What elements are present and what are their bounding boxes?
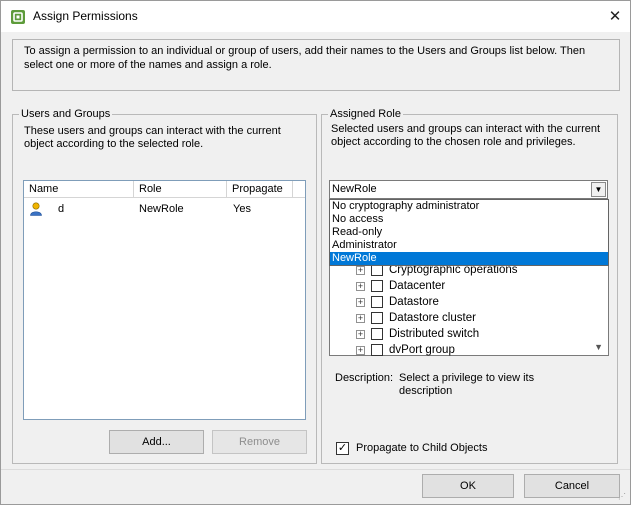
expand-icon[interactable]: + [356,346,365,355]
remove-button[interactable]: Remove [212,430,307,454]
tree-item-dvport-group[interactable]: + dvPort group [356,343,596,359]
users-groups-title: Users and Groups [19,108,113,120]
privilege-checkbox[interactable] [371,312,383,324]
privilege-checkbox[interactable] [371,280,383,292]
users-groups-description: These users and groups can interact with… [24,125,281,150]
role-dropdown-list[interactable]: No cryptography administrator No access … [329,199,609,266]
ok-button[interactable]: OK [422,474,514,498]
tree-item-datastore[interactable]: + Datastore [356,295,596,311]
column-header-propagate[interactable]: Propagate [227,181,293,198]
row-name: d [58,203,65,215]
column-header-name[interactable]: Name [24,181,134,198]
tree-item-label: Distributed switch [389,328,480,340]
tree-item-label: Datastore cluster [389,312,476,324]
propagate-checkbox[interactable]: ✓ [336,442,349,455]
close-icon[interactable]: ✕ [600,1,630,32]
description-label: Description: [335,372,394,384]
title-bar: Assign Permissions ✕ [1,1,630,32]
column-header-filler [293,181,305,198]
assigned-role-description: Selected users and groups can interact w… [331,123,601,148]
tree-item-distributed-switch[interactable]: + Distributed switch [356,327,596,343]
privilege-checkbox[interactable] [371,344,383,356]
role-option[interactable]: No access [330,213,608,226]
role-option[interactable]: Administrator [330,239,608,252]
privilege-checkbox[interactable] [371,328,383,340]
role-select[interactable]: NewRole ▼ [329,180,608,199]
row-role: NewRole [139,203,184,215]
expand-icon[interactable]: + [356,330,365,339]
table-row[interactable]: d NewRole Yes [24,200,305,218]
cancel-button[interactable]: Cancel [524,474,620,498]
assigned-role-title: Assigned Role [328,108,403,120]
tree-item-label: Datacenter [389,280,446,292]
role-option[interactable]: No cryptography administrator [330,200,608,213]
tree-item-label: dvPort group [389,344,455,356]
expand-icon[interactable]: + [356,282,365,291]
propagate-label[interactable]: Propagate to Child Objects [356,442,487,454]
role-option-selected[interactable]: NewRole [330,252,608,265]
column-header-role[interactable]: Role [134,181,227,198]
assign-permissions-dialog: Assign Permissions ✕ To assign a permiss… [0,0,631,505]
role-select-value: NewRole [332,183,377,195]
user-icon [30,202,42,216]
scroll-down-icon[interactable]: ▼ [594,342,603,352]
chevron-down-icon[interactable]: ▼ [591,182,606,197]
role-option[interactable]: Read-only [330,226,608,239]
tree-item-datacenter[interactable]: + Datacenter [356,279,596,295]
intro-instructions: To assign a permission to an individual … [12,39,620,91]
add-button[interactable]: Add... [109,430,204,454]
description-value: Select a privilege to view its descripti… [399,372,535,397]
expand-icon[interactable]: + [356,314,365,323]
window-title: Assign Permissions [33,9,138,23]
tree-item-datastore-cluster[interactable]: + Datastore cluster [356,311,596,327]
privilege-checkbox[interactable] [371,296,383,308]
users-groups-list[interactable]: Name Role Propagate d NewRole Yes [23,180,306,420]
resize-grip-icon[interactable]: ⋰ [618,492,628,502]
footer-separator [1,469,630,470]
row-propagate: Yes [233,203,251,215]
tree-item-label: Datastore [389,296,439,308]
list-header: Name Role Propagate [24,181,305,198]
vsphere-app-icon [11,10,25,24]
expand-icon[interactable]: + [356,266,365,275]
expand-icon[interactable]: + [356,298,365,307]
